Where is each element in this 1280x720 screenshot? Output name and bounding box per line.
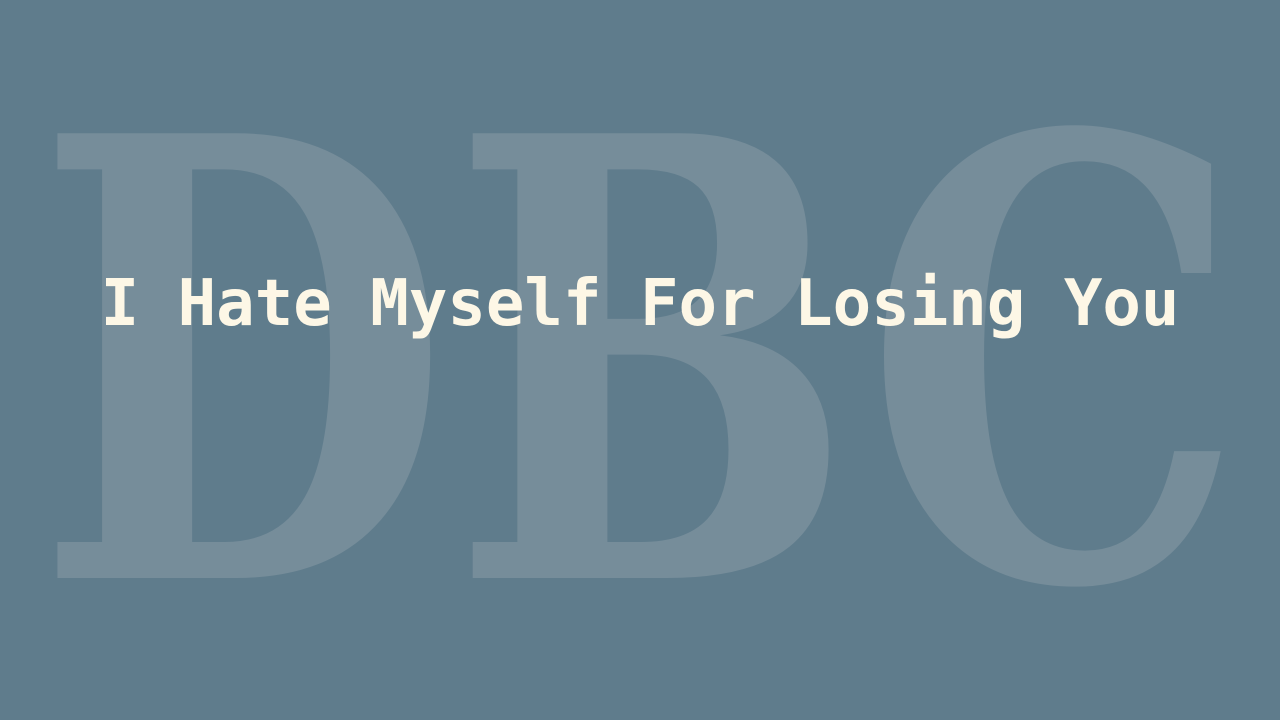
title-slide: DBC I Hate Myself For Losing You — [0, 0, 1280, 720]
slide-title: I Hate Myself For Losing You — [100, 267, 1180, 341]
watermark-logo: DBC — [35, 5, 1245, 720]
watermark-letters: DBC — [35, 5, 1245, 720]
